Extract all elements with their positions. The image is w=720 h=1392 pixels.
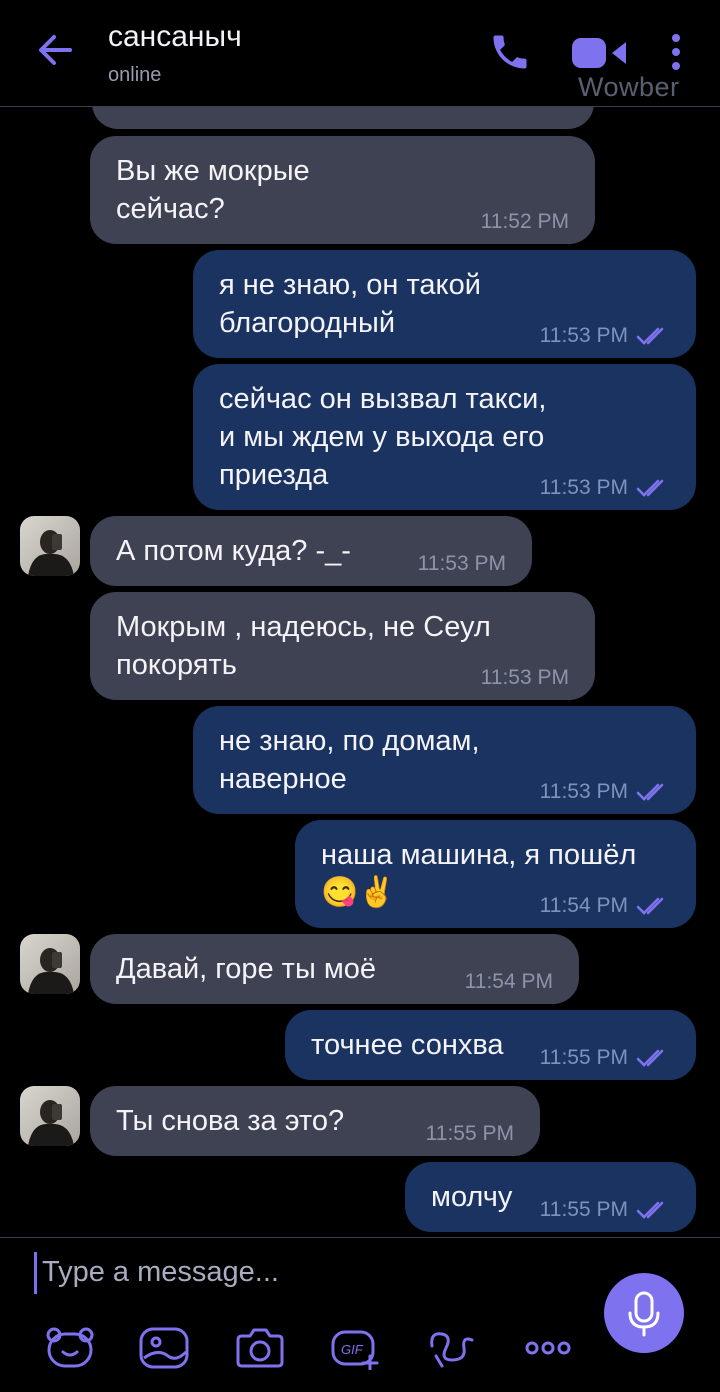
microphone-button[interactable] <box>604 1273 684 1353</box>
avatar[interactable] <box>20 1086 80 1146</box>
message-bubble[interactable]: А потом куда? -_- 11:53 PM <box>90 516 532 586</box>
more-vertical-icon[interactable] <box>664 32 688 72</box>
microphone-icon <box>628 1291 660 1337</box>
message-list[interactable]: Вы же мокрые сейчас? 11:52 PM я не знаю,… <box>0 107 720 1237</box>
double-check-icon <box>636 1049 664 1067</box>
composer-divider <box>0 1237 720 1238</box>
video-camera-icon[interactable] <box>570 34 630 74</box>
message-time: 11:53 PM <box>417 552 506 575</box>
double-check-icon <box>636 327 664 345</box>
chat-header: сансаныч online Wowber <box>0 0 720 107</box>
message-time: 11:53 PM <box>539 476 628 499</box>
camera-icon[interactable] <box>234 1326 286 1370</box>
double-check-icon <box>636 783 664 801</box>
message-time: 11:55 PM <box>425 1122 514 1145</box>
message-bubble[interactable]: я не знаю, он такой благородный 11:53 PM <box>193 250 696 358</box>
doodle-icon[interactable] <box>426 1326 478 1370</box>
message-time: 11:54 PM <box>464 970 553 993</box>
watermark: Wowber <box>578 72 680 102</box>
message-bubble[interactable]: точнее сонхва 11:55 PM <box>285 1010 696 1080</box>
double-check-icon <box>636 479 664 497</box>
message-time: 11:52 PM <box>480 210 569 233</box>
message-time: 11:53 PM <box>539 324 628 347</box>
message-time: 11:53 PM <box>480 666 569 689</box>
gif-icon[interactable]: GIF <box>330 1326 382 1370</box>
svg-text:GIF: GIF <box>341 1342 364 1357</box>
message-bubble[interactable]: наша машина, я пошёл 😋✌️ 11:54 PM <box>295 820 696 928</box>
message-time: 11:55 PM <box>539 1198 628 1221</box>
avatar[interactable] <box>20 516 80 576</box>
message-bubble[interactable]: Ты снова за это? 11:55 PM <box>90 1086 540 1156</box>
phone-icon[interactable] <box>488 30 532 74</box>
message-bubble[interactable]: не знаю, по домам, наверное 11:53 PM <box>193 706 696 814</box>
arrow-left-icon[interactable] <box>34 28 78 72</box>
message-time: 11:55 PM <box>539 1046 628 1069</box>
double-check-icon <box>636 897 664 915</box>
message-text: наша машина, я пошёл <box>321 839 637 871</box>
double-check-icon <box>636 1201 664 1219</box>
message-time: 11:54 PM <box>539 894 628 917</box>
gallery-icon[interactable] <box>138 1326 190 1370</box>
avatar[interactable] <box>20 934 80 994</box>
message-input[interactable]: Type a message... <box>34 1256 582 1300</box>
message-bubble[interactable]: молчу 11:55 PM <box>405 1162 696 1232</box>
message-bubble[interactable]: сейчас он вызвал такси, и мы ждем у выхо… <box>193 364 696 510</box>
sticker-bear-icon[interactable] <box>44 1326 96 1370</box>
message-bubble[interactable]: Мокрым , надеюсь, не Сеул покорять 11:53… <box>90 592 595 700</box>
message-time: 11:53 PM <box>539 780 628 803</box>
message-bubble[interactable]: Давай, горе ты моё 11:54 PM <box>90 934 579 1004</box>
contact-name[interactable]: сансаныч <box>108 20 242 54</box>
message-bubble-partial[interactable] <box>92 107 594 129</box>
message-bubble[interactable]: Вы же мокрые сейчас? 11:52 PM <box>90 136 595 244</box>
more-horizontal-icon[interactable] <box>522 1326 574 1370</box>
contact-status: online <box>108 64 162 86</box>
